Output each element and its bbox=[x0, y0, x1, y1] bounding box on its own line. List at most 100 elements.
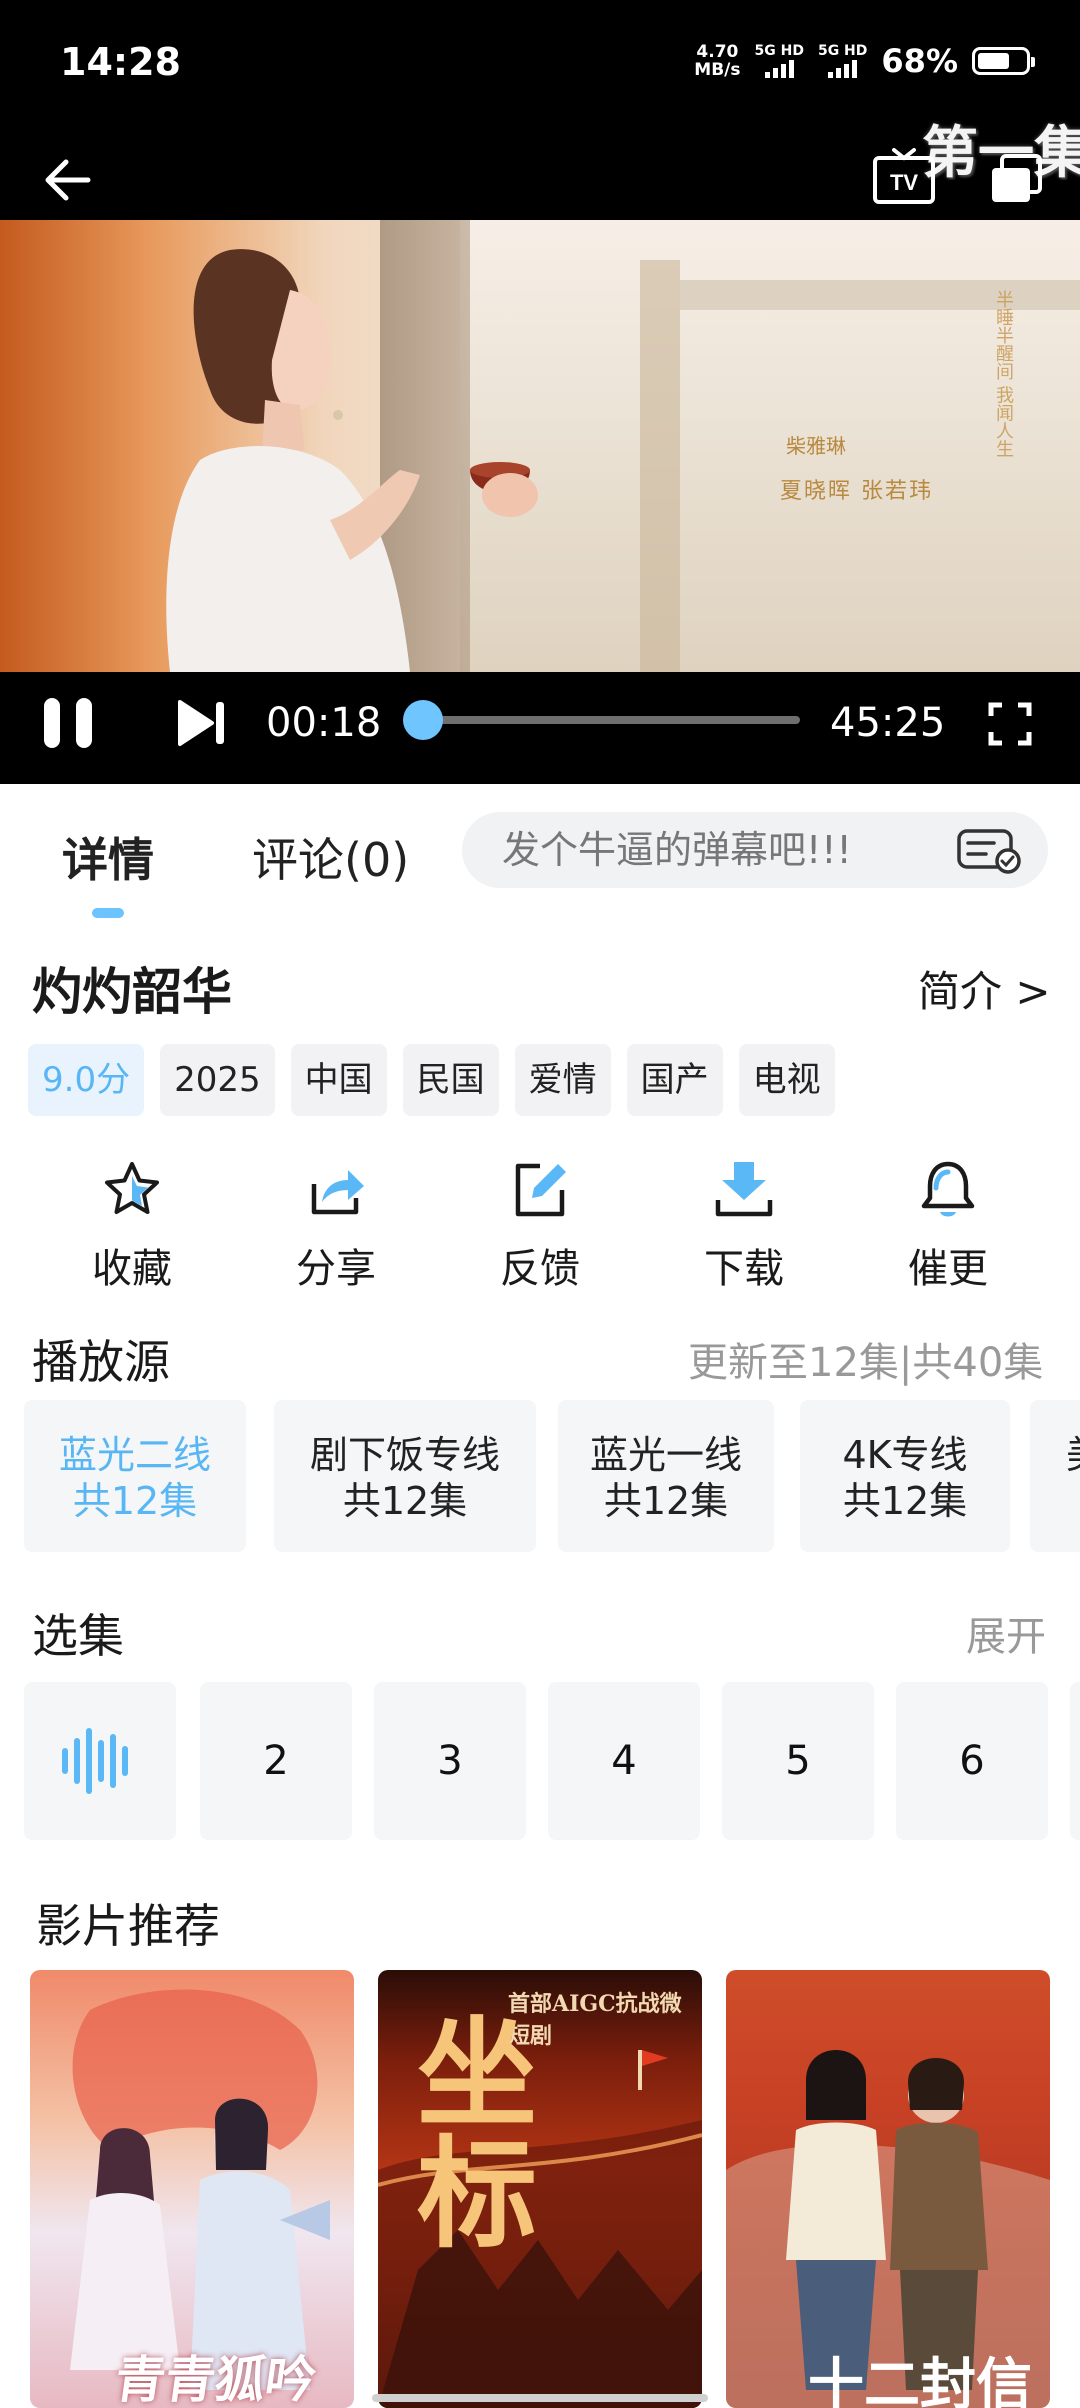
vertical-caption: 半睡半醒间 我闻人生 bbox=[993, 290, 1014, 458]
remind-update-button[interactable]: 催更 bbox=[868, 1150, 1028, 1294]
current-time: 00:18 bbox=[266, 700, 382, 746]
download-label: 下载 bbox=[704, 1246, 784, 1292]
recommendation-poster-3[interactable]: 十二封信 bbox=[726, 1970, 1050, 2408]
tag-list: 9.0分 2025 中国 民国 爱情 国产 电视 bbox=[28, 1044, 835, 1116]
download-icon bbox=[715, 1162, 773, 1217]
source-episode-count: 共12集 bbox=[603, 1479, 729, 1523]
tab-indicator bbox=[92, 908, 124, 918]
tag-chip[interactable]: 爱情 bbox=[514, 1044, 611, 1116]
recommendation-poster-2[interactable]: 首部AIGC抗战微短剧 坐标 bbox=[378, 1970, 702, 2408]
detail-tabs: 详情 评论(0) bbox=[0, 784, 1080, 918]
status-icons: 4.70 MB/s 5G HD 5G HD 68% bbox=[694, 42, 1035, 80]
player-controls: 00:18 45:25 bbox=[0, 672, 1080, 784]
tv-cast-icon: TV bbox=[873, 148, 935, 204]
arrow-left-icon bbox=[45, 159, 91, 201]
poster-2-title: 坐标 bbox=[396, 2010, 537, 2250]
sound-wave-icon bbox=[62, 1728, 128, 1794]
network-speed-value: 4.70 bbox=[696, 42, 739, 62]
show-title: 灼灼韶华 bbox=[32, 963, 232, 1021]
feedback-button[interactable]: 反馈 bbox=[460, 1150, 620, 1294]
battery-percent: 68% bbox=[881, 42, 958, 80]
download-button[interactable]: 下载 bbox=[664, 1150, 824, 1294]
source-name: 蓝光一线 bbox=[589, 1433, 742, 1477]
episodes-expand[interactable]: 展开 bbox=[966, 1604, 1046, 1662]
network-speed: 4.70 MB/s bbox=[694, 43, 740, 79]
picture-in-picture-icon bbox=[992, 154, 1042, 202]
video-frame[interactable]: 柴雅琳 夏晓晖 张若玮 半睡半醒间 我闻人生 bbox=[0, 220, 1080, 672]
back-button[interactable] bbox=[40, 150, 100, 210]
danmu-input[interactable] bbox=[502, 812, 962, 888]
favorite-button[interactable]: 收藏 bbox=[52, 1150, 212, 1294]
danmu-bar bbox=[462, 812, 1048, 888]
source-name: 蓝光二线 bbox=[58, 1433, 211, 1477]
rating-tag[interactable]: 9.0分 bbox=[28, 1044, 145, 1116]
skip-next-icon bbox=[178, 700, 224, 746]
episode-item-playing[interactable] bbox=[24, 1682, 176, 1840]
credit-line-1: 柴雅琳 bbox=[786, 434, 846, 458]
tag-chip[interactable]: 2025 bbox=[160, 1044, 275, 1116]
sim1-signal-icon: 5G HD bbox=[755, 44, 804, 78]
intro-link[interactable]: 简介 > bbox=[918, 958, 1051, 1019]
picture-in-picture-button[interactable] bbox=[988, 152, 1044, 206]
total-time: 45:25 bbox=[830, 700, 946, 746]
poster-2-tagline: 首部AIGC抗战微短剧 bbox=[508, 1991, 682, 2049]
credit-line-2: 夏晓晖 张若玮 bbox=[780, 479, 933, 504]
tab-details[interactable]: 详情 bbox=[62, 824, 154, 890]
source-name: 4K专线 bbox=[842, 1433, 968, 1477]
home-indicator[interactable] bbox=[372, 2394, 708, 2402]
svg-text:TV: TV bbox=[890, 170, 918, 195]
tag-chip[interactable]: 中国 bbox=[290, 1044, 387, 1116]
sources-title: 播放源 bbox=[32, 1335, 170, 1389]
source-episode-count: 共12集 bbox=[842, 1479, 968, 1523]
source-episode-count: 共12集 bbox=[342, 1479, 468, 1523]
next-episode-button[interactable] bbox=[176, 698, 228, 748]
sim1-label: 5G HD bbox=[754, 43, 804, 59]
tv-cast-button[interactable]: TV bbox=[872, 148, 936, 206]
source-name: 剧下饭专线 bbox=[309, 1433, 500, 1477]
tag-chip[interactable]: 民国 bbox=[402, 1044, 499, 1116]
source-item[interactable]: 蓝光一线 共12集 bbox=[558, 1400, 774, 1552]
poster-1-title: 青青狐吟 bbox=[111, 2350, 320, 2408]
source-item[interactable]: 蓝光二线 共12集 bbox=[24, 1400, 246, 1552]
fullscreen-icon bbox=[988, 702, 1032, 746]
share-icon bbox=[311, 1170, 364, 1215]
episode-item[interactable]: 3 bbox=[374, 1682, 526, 1840]
progress-bar[interactable] bbox=[402, 700, 800, 740]
episode-item[interactable]: 5 bbox=[722, 1682, 874, 1840]
share-label: 分享 bbox=[296, 1246, 376, 1292]
battery-icon bbox=[972, 47, 1035, 75]
progress-knob[interactable] bbox=[402, 700, 443, 740]
episode-item[interactable]: 2 bbox=[200, 1682, 352, 1840]
pause-button[interactable] bbox=[42, 696, 94, 750]
sim2-label: 5G HD bbox=[817, 43, 868, 59]
action-row: 收藏 分享 反馈 下载 催更 bbox=[0, 1150, 1080, 1300]
source-list: 蓝光二线共12集剧下饭专线共12集蓝光一线共12集4K专线共12集美 bbox=[24, 1400, 1080, 1552]
recommendation-poster-1[interactable]: 青青狐吟 bbox=[30, 1970, 354, 2408]
pause-icon bbox=[44, 698, 92, 748]
danmu-settings-icon bbox=[957, 829, 1021, 874]
star-icon bbox=[105, 1162, 159, 1214]
episode-item[interactable]: 4 bbox=[548, 1682, 700, 1840]
edit-icon bbox=[515, 1163, 566, 1217]
share-button[interactable]: 分享 bbox=[256, 1150, 416, 1294]
episode-item-partial[interactable] bbox=[1070, 1682, 1080, 1840]
fullscreen-button[interactable] bbox=[988, 702, 1032, 746]
tag-chip[interactable]: 国产 bbox=[626, 1044, 723, 1116]
episode-item[interactable]: 6 bbox=[896, 1682, 1048, 1840]
sim2-signal-icon: 5G HD bbox=[818, 44, 867, 78]
episode-list: 23456 bbox=[24, 1682, 1080, 1840]
source-item[interactable]: 美 bbox=[1030, 1400, 1080, 1552]
favorite-label: 收藏 bbox=[92, 1246, 172, 1292]
tag-chip[interactable]: 电视 bbox=[738, 1044, 835, 1116]
source-item[interactable]: 剧下饭专线 共12集 bbox=[274, 1400, 536, 1552]
bell-icon bbox=[921, 1161, 975, 1217]
episodes-title: 选集 bbox=[32, 1609, 124, 1663]
source-episode-count: 共12集 bbox=[72, 1479, 198, 1523]
poster-3-title: 十二封信 bbox=[808, 2352, 1032, 2408]
recommendation-list: 青青狐吟 首部AIGC抗战微短剧 坐标 十二封信 bbox=[30, 1970, 1080, 2408]
remind-update-label: 催更 bbox=[908, 1246, 988, 1292]
source-item[interactable]: 4K专线 共12集 bbox=[800, 1400, 1010, 1552]
tab-comments[interactable]: 评论(0) bbox=[252, 824, 409, 890]
network-speed-unit: MB/s bbox=[694, 60, 741, 80]
danmu-settings-button[interactable] bbox=[956, 828, 1022, 874]
